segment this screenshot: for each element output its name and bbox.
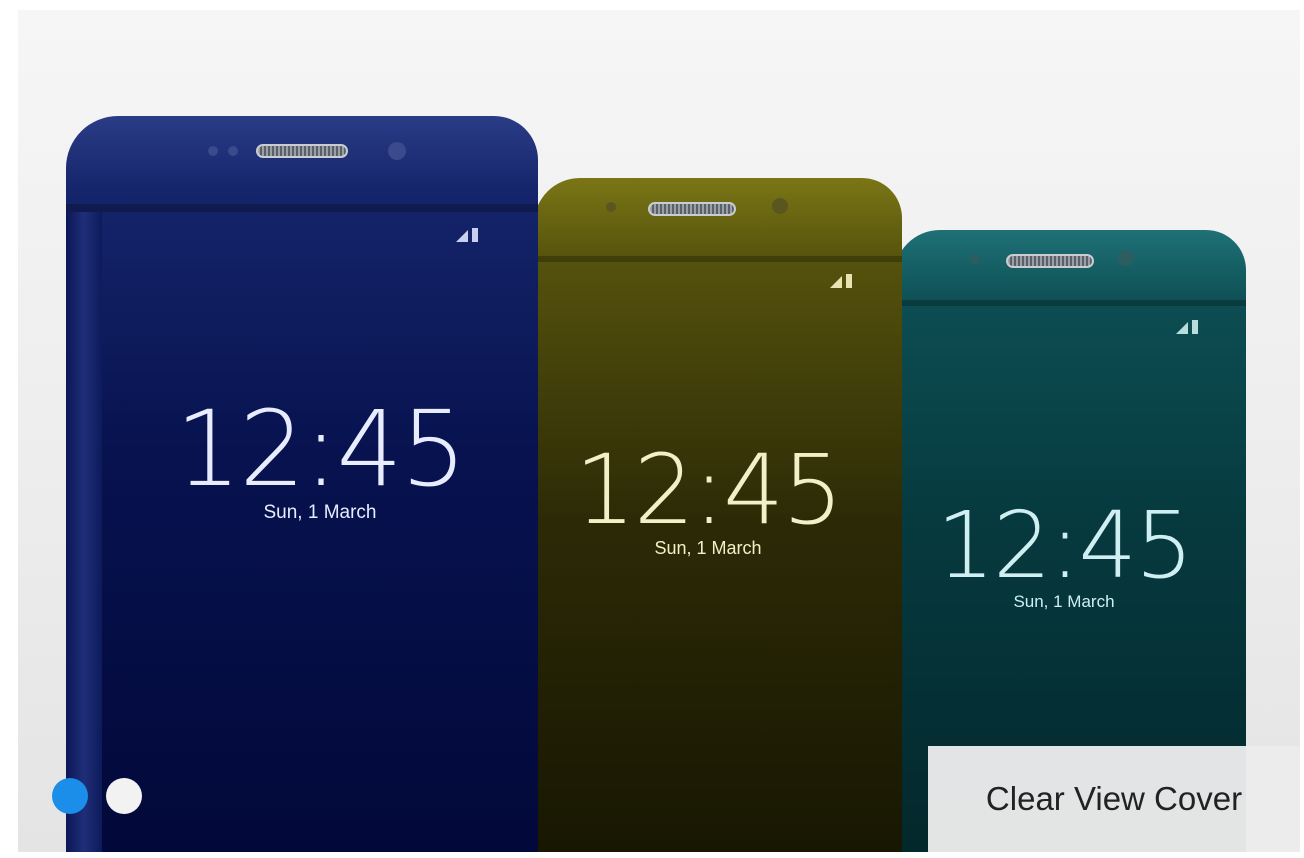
clock-time: 12:45 (175, 388, 467, 510)
clock-date: Sun, 1 March (1013, 592, 1115, 611)
signal-icon (1176, 322, 1188, 334)
phone-navy: 12:45 Sun, 1 March (66, 116, 538, 852)
speaker-grille (648, 202, 736, 216)
carousel-slide[interactable]: 12:45 Sun, 1 March 12:45 Sun, 1 March 12… (18, 10, 1300, 852)
clock-time: 12:45 (574, 434, 844, 546)
clock-date: Sun, 1 March (654, 538, 762, 558)
phone-gold: 12:45 Sun, 1 March (534, 178, 902, 852)
carousel-dot-2[interactable] (106, 778, 142, 814)
carousel-dot-1[interactable] (52, 778, 88, 814)
clock-time: 12:45 (936, 492, 1193, 599)
hero-banner: 12:45 Sun, 1 March 12:45 Sun, 1 March 12… (18, 10, 1300, 852)
caption-panel: Clear View Cover (928, 746, 1300, 852)
battery-icon (1192, 320, 1198, 334)
slide-caption: Clear View Cover (985, 780, 1243, 817)
battery-icon (846, 274, 852, 288)
speaker-grille (1006, 254, 1094, 268)
signal-icon (456, 230, 468, 242)
battery-icon (472, 228, 478, 242)
signal-icon (830, 276, 842, 288)
speaker-grille (256, 144, 348, 158)
carousel-indicators (52, 778, 142, 814)
clock-date: Sun, 1 March (263, 502, 377, 523)
